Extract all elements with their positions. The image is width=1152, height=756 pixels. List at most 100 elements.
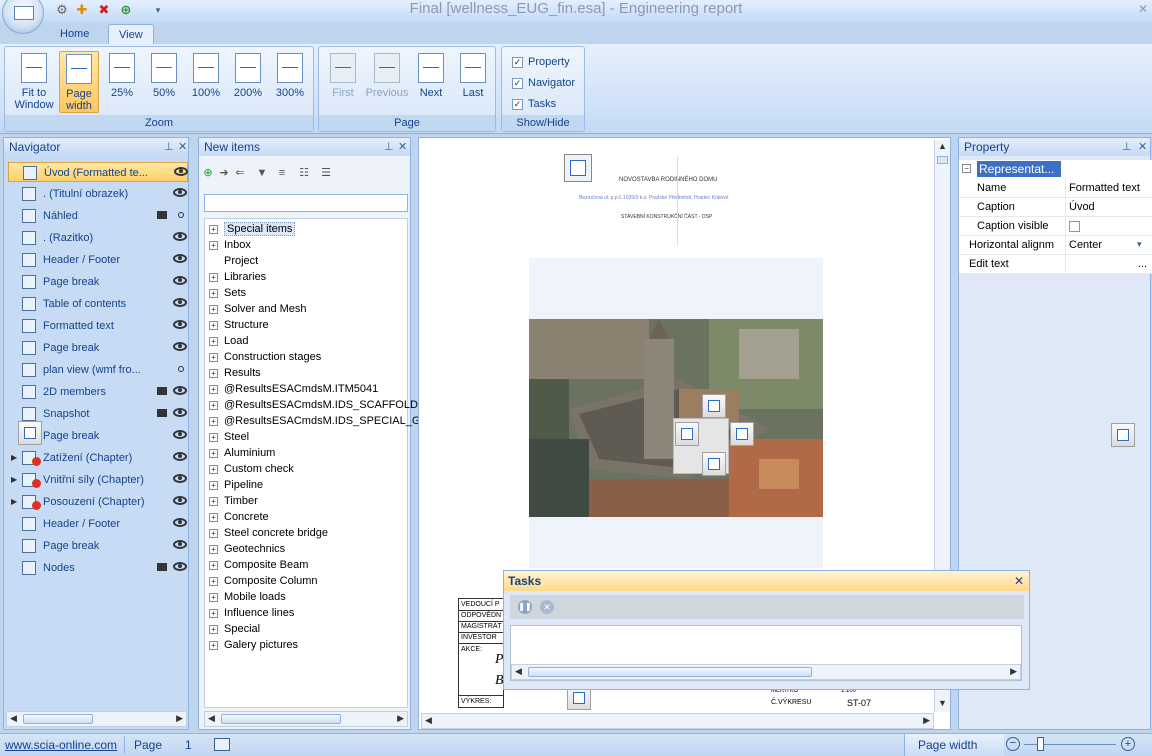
scroll-right-icon[interactable]: ▶ [397,713,404,724]
collapse-icon[interactable]: − [962,164,971,173]
hidden-icon[interactable] [178,366,184,372]
property-row-caption-visible[interactable]: Caption visible [959,217,1152,239]
website-link[interactable]: www.scia-online.com [5,738,117,752]
next-page-button[interactable]: Next [411,51,451,113]
tree-item[interactable]: + Timber [209,493,258,509]
expand-icon[interactable]: ▶ [11,448,17,468]
expand-icon[interactable]: + [209,624,218,634]
property-group-header[interactable]: Representat... [977,161,1061,177]
navigator-item[interactable]: Table of contents [8,294,188,314]
navigator-item[interactable]: Header / Footer [8,514,188,534]
eye-icon[interactable] [173,276,187,285]
tree-item[interactable]: + Pipeline [209,477,263,493]
zoom-50-button[interactable]: 50% [145,51,183,113]
zoom-out-icon[interactable]: − [1006,737,1020,751]
expand-icon[interactable]: + [209,640,218,650]
dock-left-panel-icon[interactable] [18,421,42,445]
eye-icon[interactable] [173,474,187,483]
eye-icon[interactable] [173,298,187,307]
close-icon[interactable]: ✕ [178,138,187,156]
eye-icon[interactable] [173,562,187,571]
scroll-down-icon[interactable]: ▼ [938,698,947,708]
tree-item[interactable]: + Special items [209,221,296,237]
last-page-button[interactable]: Last [453,51,493,113]
eye-icon[interactable] [173,188,187,197]
tree-item[interactable]: + Composite Beam [209,557,308,573]
expand-icon[interactable]: + [209,368,218,378]
expand-icon[interactable]: + [209,496,218,506]
settings-icon[interactable]: ⚙ [54,2,70,18]
zoom-in-icon[interactable]: + [1121,737,1135,751]
tree-item[interactable]: + Concrete [209,509,269,525]
tree-item[interactable]: + @ResultsESACmdsM.IDS_SCAFFOLDI [209,397,421,413]
eye-icon[interactable] [174,167,188,176]
window-close-icon[interactable]: ✕ [1138,2,1148,16]
tree-item[interactable]: + Structure [209,317,269,333]
navigator-item[interactable]: Nodes [8,558,188,578]
tree-item[interactable]: + Galery pictures [209,637,298,653]
tab-view[interactable]: View [108,24,154,44]
eye-icon[interactable] [173,430,187,439]
scroll-thumb[interactable] [23,714,93,724]
first-page-button[interactable]: First [323,51,363,113]
tree-item[interactable]: + Mobile loads [209,589,286,605]
expand-icon[interactable]: + [209,448,218,458]
property-row-caption[interactable]: Caption Úvod [959,198,1152,217]
expand-icon[interactable]: + [209,576,218,586]
zoom-slider-thumb[interactable] [1037,737,1044,751]
tree-item[interactable]: + Sets [209,285,246,301]
tree-item[interactable]: + Special [209,621,260,637]
eye-icon[interactable] [173,452,187,461]
expand-icon[interactable]: + [209,336,218,346]
tree-item[interactable]: + Libraries [209,269,266,285]
scroll-thumb[interactable] [937,156,948,164]
expand-icon[interactable]: + [209,464,218,474]
navigator-item[interactable]: . (Titulní obrazek) [8,184,188,204]
lock-icon[interactable] [157,387,167,395]
dock-right-icon[interactable] [730,422,754,446]
eye-icon[interactable] [173,386,187,395]
eye-icon[interactable] [173,540,187,549]
previous-page-button[interactable]: Previous [363,51,411,113]
scroll-right-icon[interactable]: ▶ [923,715,930,726]
expand-icon[interactable]: + [209,224,218,234]
qat-dropdown-icon[interactable]: ▾ [150,2,166,18]
pin-icon[interactable]: ⊥ [384,138,394,156]
document-hscrollbar[interactable]: ◀ ▶ [421,713,934,729]
dock-left-icon[interactable] [675,422,699,446]
tasks-toggle[interactable]: ✓ Tasks [512,95,556,113]
expand-icon[interactable]: + [209,416,218,426]
property-row-name[interactable]: Name Formatted text [959,179,1152,198]
tree-item[interactable]: + Inbox [209,237,251,253]
navigator-item[interactable]: Page break [8,338,188,358]
move-right-icon[interactable]: ➜ [217,166,231,180]
tree-item[interactable]: + Steel concrete bridge [209,525,328,541]
tree-item[interactable]: + @ResultsESACmdsM.IDS_SPECIAL_GI [209,413,423,429]
scroll-thumb[interactable] [528,667,812,677]
hidden-icon[interactable] [178,212,184,218]
dock-bottom-icon[interactable] [702,452,726,476]
tree-icon[interactable]: ☷ [297,166,311,180]
zoom-100-button[interactable]: 100% [187,51,225,113]
expand-icon[interactable]: + [209,384,218,394]
add-item-icon[interactable]: ⊕ [201,166,215,180]
zoom-300-button[interactable]: 300% [271,51,309,113]
property-toggle[interactable]: ✓ Property [512,53,570,71]
eye-icon[interactable] [173,254,187,263]
tree-item[interactable]: + Custom check [209,461,294,477]
close-icon[interactable]: ✕ [1014,571,1024,591]
pin-icon[interactable]: ⊥ [164,138,174,156]
scroll-up-icon[interactable]: ▲ [938,141,947,151]
dock-top-icon[interactable] [702,394,726,418]
tree-search-input[interactable] [204,194,408,212]
eye-icon[interactable] [173,518,187,527]
caption-visible-checkbox[interactable] [1069,221,1080,232]
tree-item[interactable]: + Results [209,365,261,381]
scroll-right-icon[interactable]: ▶ [176,713,183,724]
tree-item[interactable]: + Solver and Mesh [209,301,307,317]
cancel-icon[interactable]: ✕ [540,600,554,614]
property-row-horizontal-alignment[interactable]: Horizontal alignm... Center ▾ [959,236,1152,255]
eye-icon[interactable] [173,408,187,417]
expand-icon[interactable]: + [209,512,218,522]
navigator-item[interactable]: ▶ Posouzení (Chapter) [8,492,188,512]
